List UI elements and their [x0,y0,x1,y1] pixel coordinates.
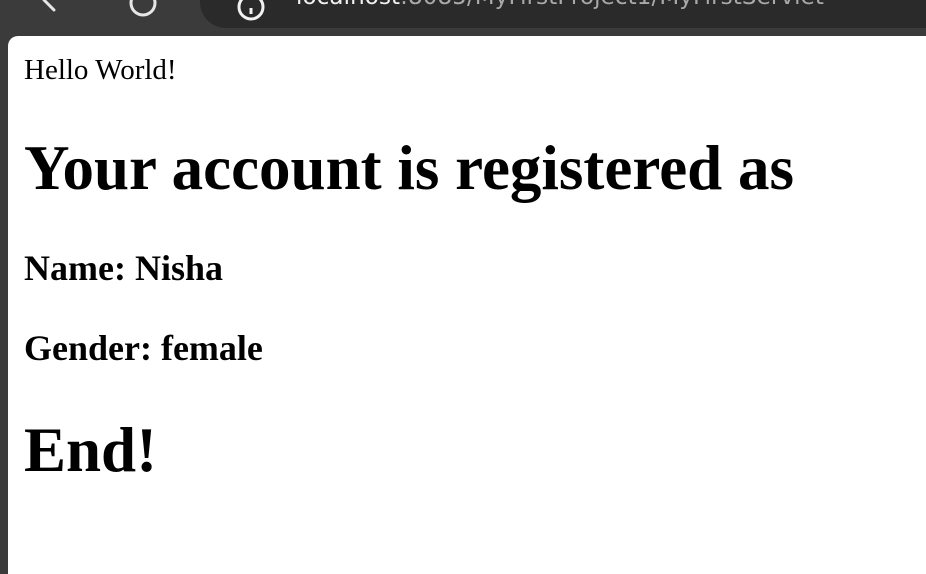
gender-value: female [160,328,263,368]
info-icon[interactable] [236,0,266,22]
page-title: Your account is registered as [24,133,794,203]
name-line: Name: Nisha [24,246,223,290]
refresh-icon[interactable] [126,0,160,20]
back-arrow-icon[interactable] [36,0,64,14]
gender-label: Gender: [24,328,161,368]
name-value: Nisha [134,248,223,288]
hello-text: Hello World! [24,54,177,86]
end-heading: End! [24,415,158,485]
gender-line: Gender: female [24,326,263,370]
name-label: Name: [24,248,135,288]
address-bar[interactable]: localhost:8085/MyFirstProject1/MyFirstSe… [200,0,926,28]
page-viewport: Hello World! Your account is registered … [8,36,926,574]
url-path: :8085/MyFirstProject1/MyFirstServlet [400,0,824,10]
url-host: localhost [296,0,400,10]
browser-toolbar: localhost:8085/MyFirstProject1/MyFirstSe… [0,0,926,36]
url-text[interactable]: localhost:8085/MyFirstProject1/MyFirstSe… [296,0,824,12]
